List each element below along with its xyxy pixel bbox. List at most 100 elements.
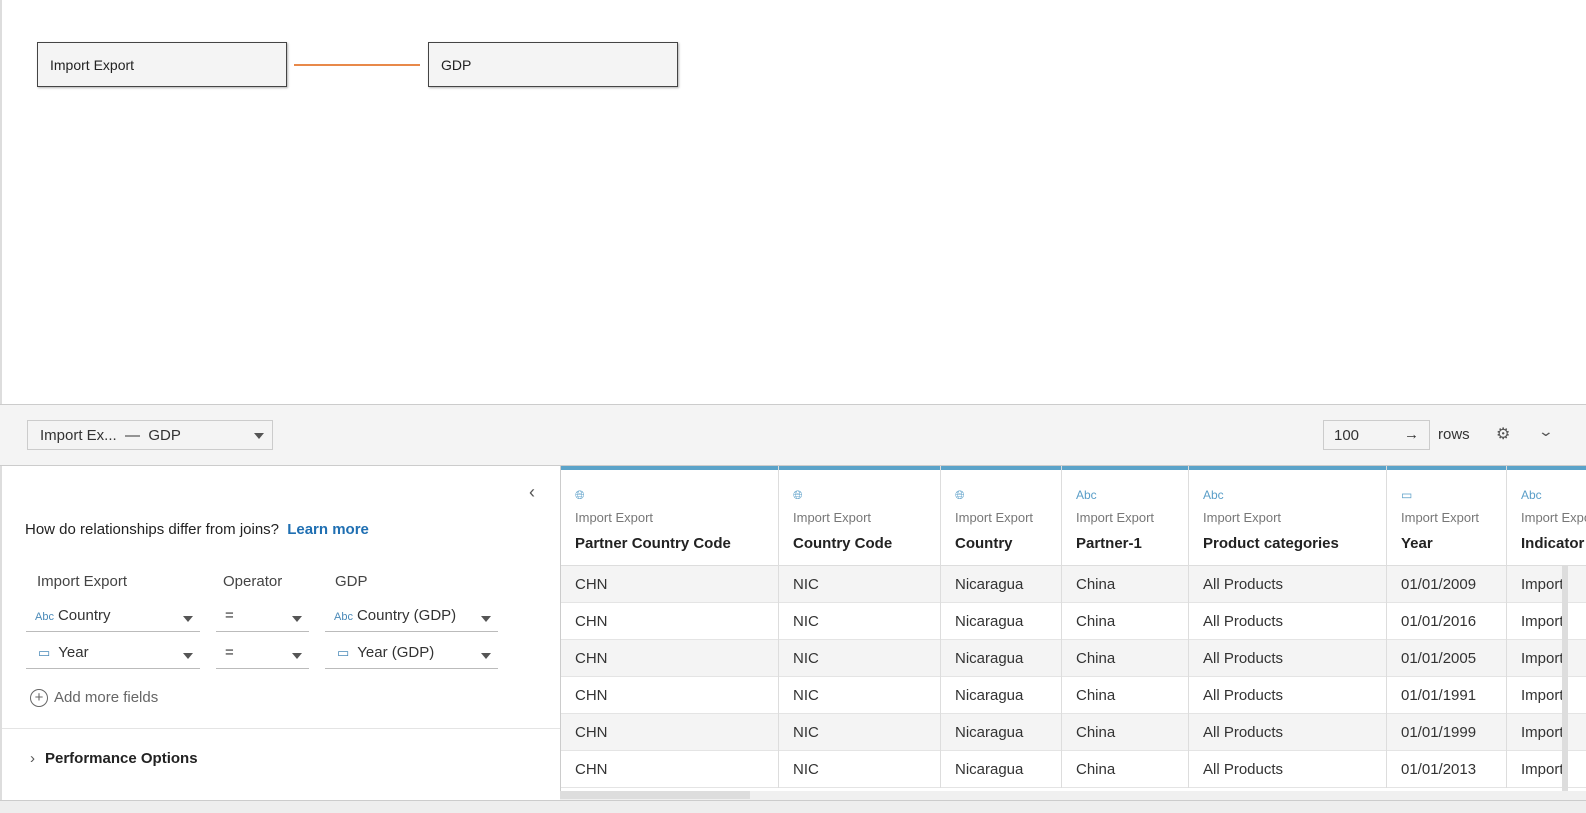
data-grid: 🌐︎ Import Export Partner Country Code CHN CH… <box>560 466 1586 800</box>
column-header[interactable]: Abc Import Export Product categories <box>1189 466 1386 566</box>
field-label: Country (GDP) <box>356 607 457 624</box>
rows-label: rows <box>1438 426 1470 443</box>
string-type-icon: Abc <box>334 611 353 623</box>
column-header[interactable]: Abc Import Export Partner-1 <box>1062 466 1188 566</box>
column-partner-1: Abc Import Export Partner-1 China China China… <box>1062 466 1189 788</box>
rows-value: 100 <box>1334 427 1360 444</box>
table-cell: 01/01/2013 <box>1387 751 1506 788</box>
table-cell: 01/01/1991 <box>1387 677 1506 714</box>
vertical-scrollbar[interactable] <box>1562 566 1568 791</box>
table-cell: All Products <box>1189 640 1386 677</box>
left-field-select[interactable]: Abc Country <box>26 604 200 632</box>
column-source: Import Export <box>1203 510 1282 525</box>
table-import-export[interactable]: Import Export <box>37 42 287 87</box>
rows-input[interactable]: 100 → <box>1323 420 1430 450</box>
chevron-down-icon <box>481 653 491 659</box>
table-cell: NIC <box>779 640 940 677</box>
column-year: ▭ Import Export Year 01/01/2009 01/01/2016 01… <box>1387 466 1507 788</box>
calendar-icon: ▭ <box>1401 488 1413 502</box>
plus-circle-icon: + <box>30 689 48 707</box>
column-name: Partner-1 <box>1076 535 1142 552</box>
column-header[interactable]: 🌐︎ Import Export Partner Country Code <box>561 466 778 566</box>
arrow-right-icon[interactable]: → <box>1404 426 1419 443</box>
table-cell: NIC <box>779 566 940 603</box>
column-header[interactable]: ▭ Import Export Year <box>1387 466 1506 566</box>
operator-label: = <box>225 644 234 661</box>
operator-label: = <box>225 607 234 624</box>
chevron-down-icon <box>254 433 264 439</box>
table-cell: CHN <box>561 751 778 788</box>
globe-icon: 🌐︎ <box>955 488 965 502</box>
add-more-fields-button[interactable]: + Add more fields <box>30 689 158 707</box>
table-cell: Nicaragua <box>941 640 1061 677</box>
table-cell: All Products <box>1189 751 1386 788</box>
column-source: Import Export <box>1401 510 1480 525</box>
table-cell: Nicaragua <box>941 566 1061 603</box>
chevron-down-icon <box>292 653 302 659</box>
table-cell: China <box>1062 751 1188 788</box>
field-label: Year <box>58 644 89 661</box>
column-country-code: 🌐︎ Import Export Country Code NIC NIC NIC NIC N… <box>779 466 941 788</box>
performance-options-label: Performance Options <box>45 750 198 767</box>
relationship-link[interactable] <box>294 64 420 66</box>
globe-icon: 🌐︎ <box>793 488 803 502</box>
divider <box>2 728 560 729</box>
column-name: Indicator <box>1521 535 1585 552</box>
column-source: Import Export <box>575 510 654 525</box>
field-label: Year (GDP) <box>357 644 435 661</box>
table-cell: Nicaragua <box>941 677 1061 714</box>
relationship-select[interactable]: Import Ex... — GDP <box>27 420 273 450</box>
chevron-right-icon: › <box>30 750 35 767</box>
table-cell: Import <box>1507 603 1586 640</box>
add-more-label: Add more fields <box>54 689 159 706</box>
right-field-header: GDP <box>335 573 368 590</box>
right-field-select[interactable]: ▭ Year (GDP) <box>325 641 498 669</box>
chevron-down-icon <box>183 653 193 659</box>
learn-more-link[interactable]: Learn more <box>287 521 369 538</box>
performance-options-toggle[interactable]: › Performance Options <box>30 750 198 767</box>
column-country: 🌐︎ Import Export Country Nicaragua Nicaragua… <box>941 466 1062 788</box>
left-field-select[interactable]: ▭ Year <box>26 641 200 669</box>
gear-icon[interactable]: ⚙ <box>1496 424 1510 444</box>
column-source: Import Export <box>1076 510 1155 525</box>
table-cell: NIC <box>779 751 940 788</box>
table-cell: NIC <box>779 714 940 751</box>
table-cell: Nicaragua <box>941 714 1061 751</box>
table-cell: CHN <box>561 566 778 603</box>
table-cell: 01/01/2016 <box>1387 603 1506 640</box>
globe-icon: 🌐︎ <box>575 488 585 502</box>
table-cell: Import <box>1507 714 1586 751</box>
collapse-chevron-icon[interactable]: ‹ <box>529 482 535 503</box>
relationship-panel: ‹ How do relationships differ from joins… <box>0 466 560 800</box>
operator-select[interactable]: = <box>216 641 309 669</box>
chevron-down-icon[interactable]: ⌄ <box>1538 423 1554 440</box>
help-question: How do relationships differ from joins? <box>25 521 280 538</box>
column-name: Country <box>955 535 1013 552</box>
table-cell: Import <box>1507 640 1586 677</box>
operator-header: Operator <box>223 573 283 590</box>
table-cell: NIC <box>779 603 940 640</box>
relationship-select-label: Import Ex... — GDP <box>40 427 181 444</box>
column-partner-country-code: 🌐︎ Import Export Partner Country Code CHN CH… <box>561 466 779 788</box>
operator-select[interactable]: = <box>216 604 309 632</box>
horizontal-scrollbar[interactable] <box>560 791 1586 800</box>
table-cell: China <box>1062 677 1188 714</box>
table-gdp[interactable]: GDP <box>428 42 678 87</box>
string-type-icon: Abc <box>1203 488 1224 502</box>
right-field-select[interactable]: Abc Country (GDP) <box>325 604 498 632</box>
column-source: Import Export <box>1521 510 1586 525</box>
table-cell: Import <box>1507 566 1586 603</box>
chevron-down-icon <box>481 616 491 622</box>
table-cell: China <box>1062 566 1188 603</box>
column-header[interactable]: 🌐︎ Import Export Country Code <box>779 466 940 566</box>
column-product-categories: Abc Import Export Product categories All Pr… <box>1189 466 1387 788</box>
column-name: Country Code <box>793 535 893 552</box>
table-cell: All Products <box>1189 677 1386 714</box>
table-cell: All Products <box>1189 714 1386 751</box>
table-cell: Import <box>1507 677 1586 714</box>
string-type-icon: Abc <box>1521 488 1542 502</box>
table-cell: 01/01/2009 <box>1387 566 1506 603</box>
column-header[interactable]: Abc Import Export Indicator <box>1507 466 1586 566</box>
column-header[interactable]: 🌐︎ Import Export Country <box>941 466 1061 566</box>
table-cell: NIC <box>779 677 940 714</box>
